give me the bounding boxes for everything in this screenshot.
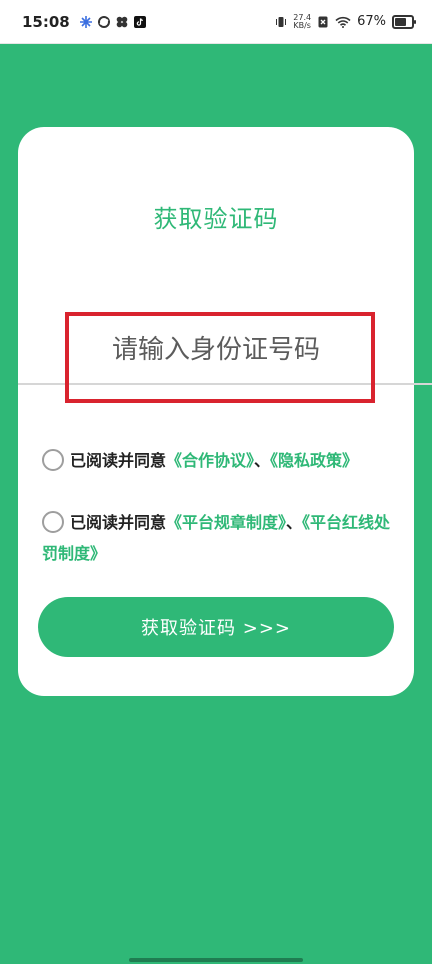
agreement-1-radio[interactable] — [42, 449, 64, 471]
network-speed: 27.4 KB/s — [293, 13, 311, 30]
status-left: 15:08 — [22, 13, 146, 31]
snowflake-icon — [79, 15, 92, 28]
agreement-row-1: 已阅读并同意《合作协议》、《隐私政策》 — [42, 445, 402, 476]
agreement-2-separator: 、 — [286, 513, 303, 532]
cooperation-agreement-link[interactable]: 《合作协议》 — [166, 451, 254, 470]
get-code-button[interactable]: 获取验证码 >>> — [38, 597, 394, 657]
battery-percent: 67% — [357, 14, 386, 29]
page-title: 获取验证码 — [153, 205, 279, 233]
vibrate-icon — [276, 16, 287, 27]
no-sim-icon — [318, 16, 328, 27]
verification-card: 获取验证码 已阅读并同意《合作协议》、《隐私政策》 已阅读并同意《平台规章制度》… — [18, 127, 432, 696]
sync-app-icon — [97, 15, 110, 28]
network-speed-unit: KB/s — [293, 20, 311, 30]
platform-rules-link[interactable]: 《平台规章制度》 — [166, 513, 286, 532]
home-indicator[interactable] — [129, 958, 303, 962]
agreement-2-prefix: 已阅读并同意 — [70, 513, 167, 532]
agreement-row-2: 已阅读并同意《平台规章制度》、《平台红线处罚制度》 — [42, 507, 402, 569]
wifi-icon — [335, 16, 351, 28]
input-underline — [18, 383, 432, 385]
agreement-2-radio[interactable] — [42, 511, 64, 533]
agreement-1-prefix: 已阅读并同意 — [70, 451, 167, 470]
privacy-policy-link[interactable]: 《隐私政策》 — [270, 451, 358, 470]
battery-icon — [392, 14, 416, 29]
id-number-input[interactable] — [18, 317, 414, 383]
status-bar: 15:08 27.4 KB/s 67% — [0, 0, 432, 44]
tiktok-icon — [133, 15, 146, 28]
status-right: 27.4 KB/s 67% — [275, 13, 416, 30]
clover-app-icon — [116, 16, 128, 27]
clock: 15:08 — [22, 12, 70, 31]
agreement-1-separator: 、 — [254, 451, 271, 470]
battery-fill — [395, 17, 406, 26]
